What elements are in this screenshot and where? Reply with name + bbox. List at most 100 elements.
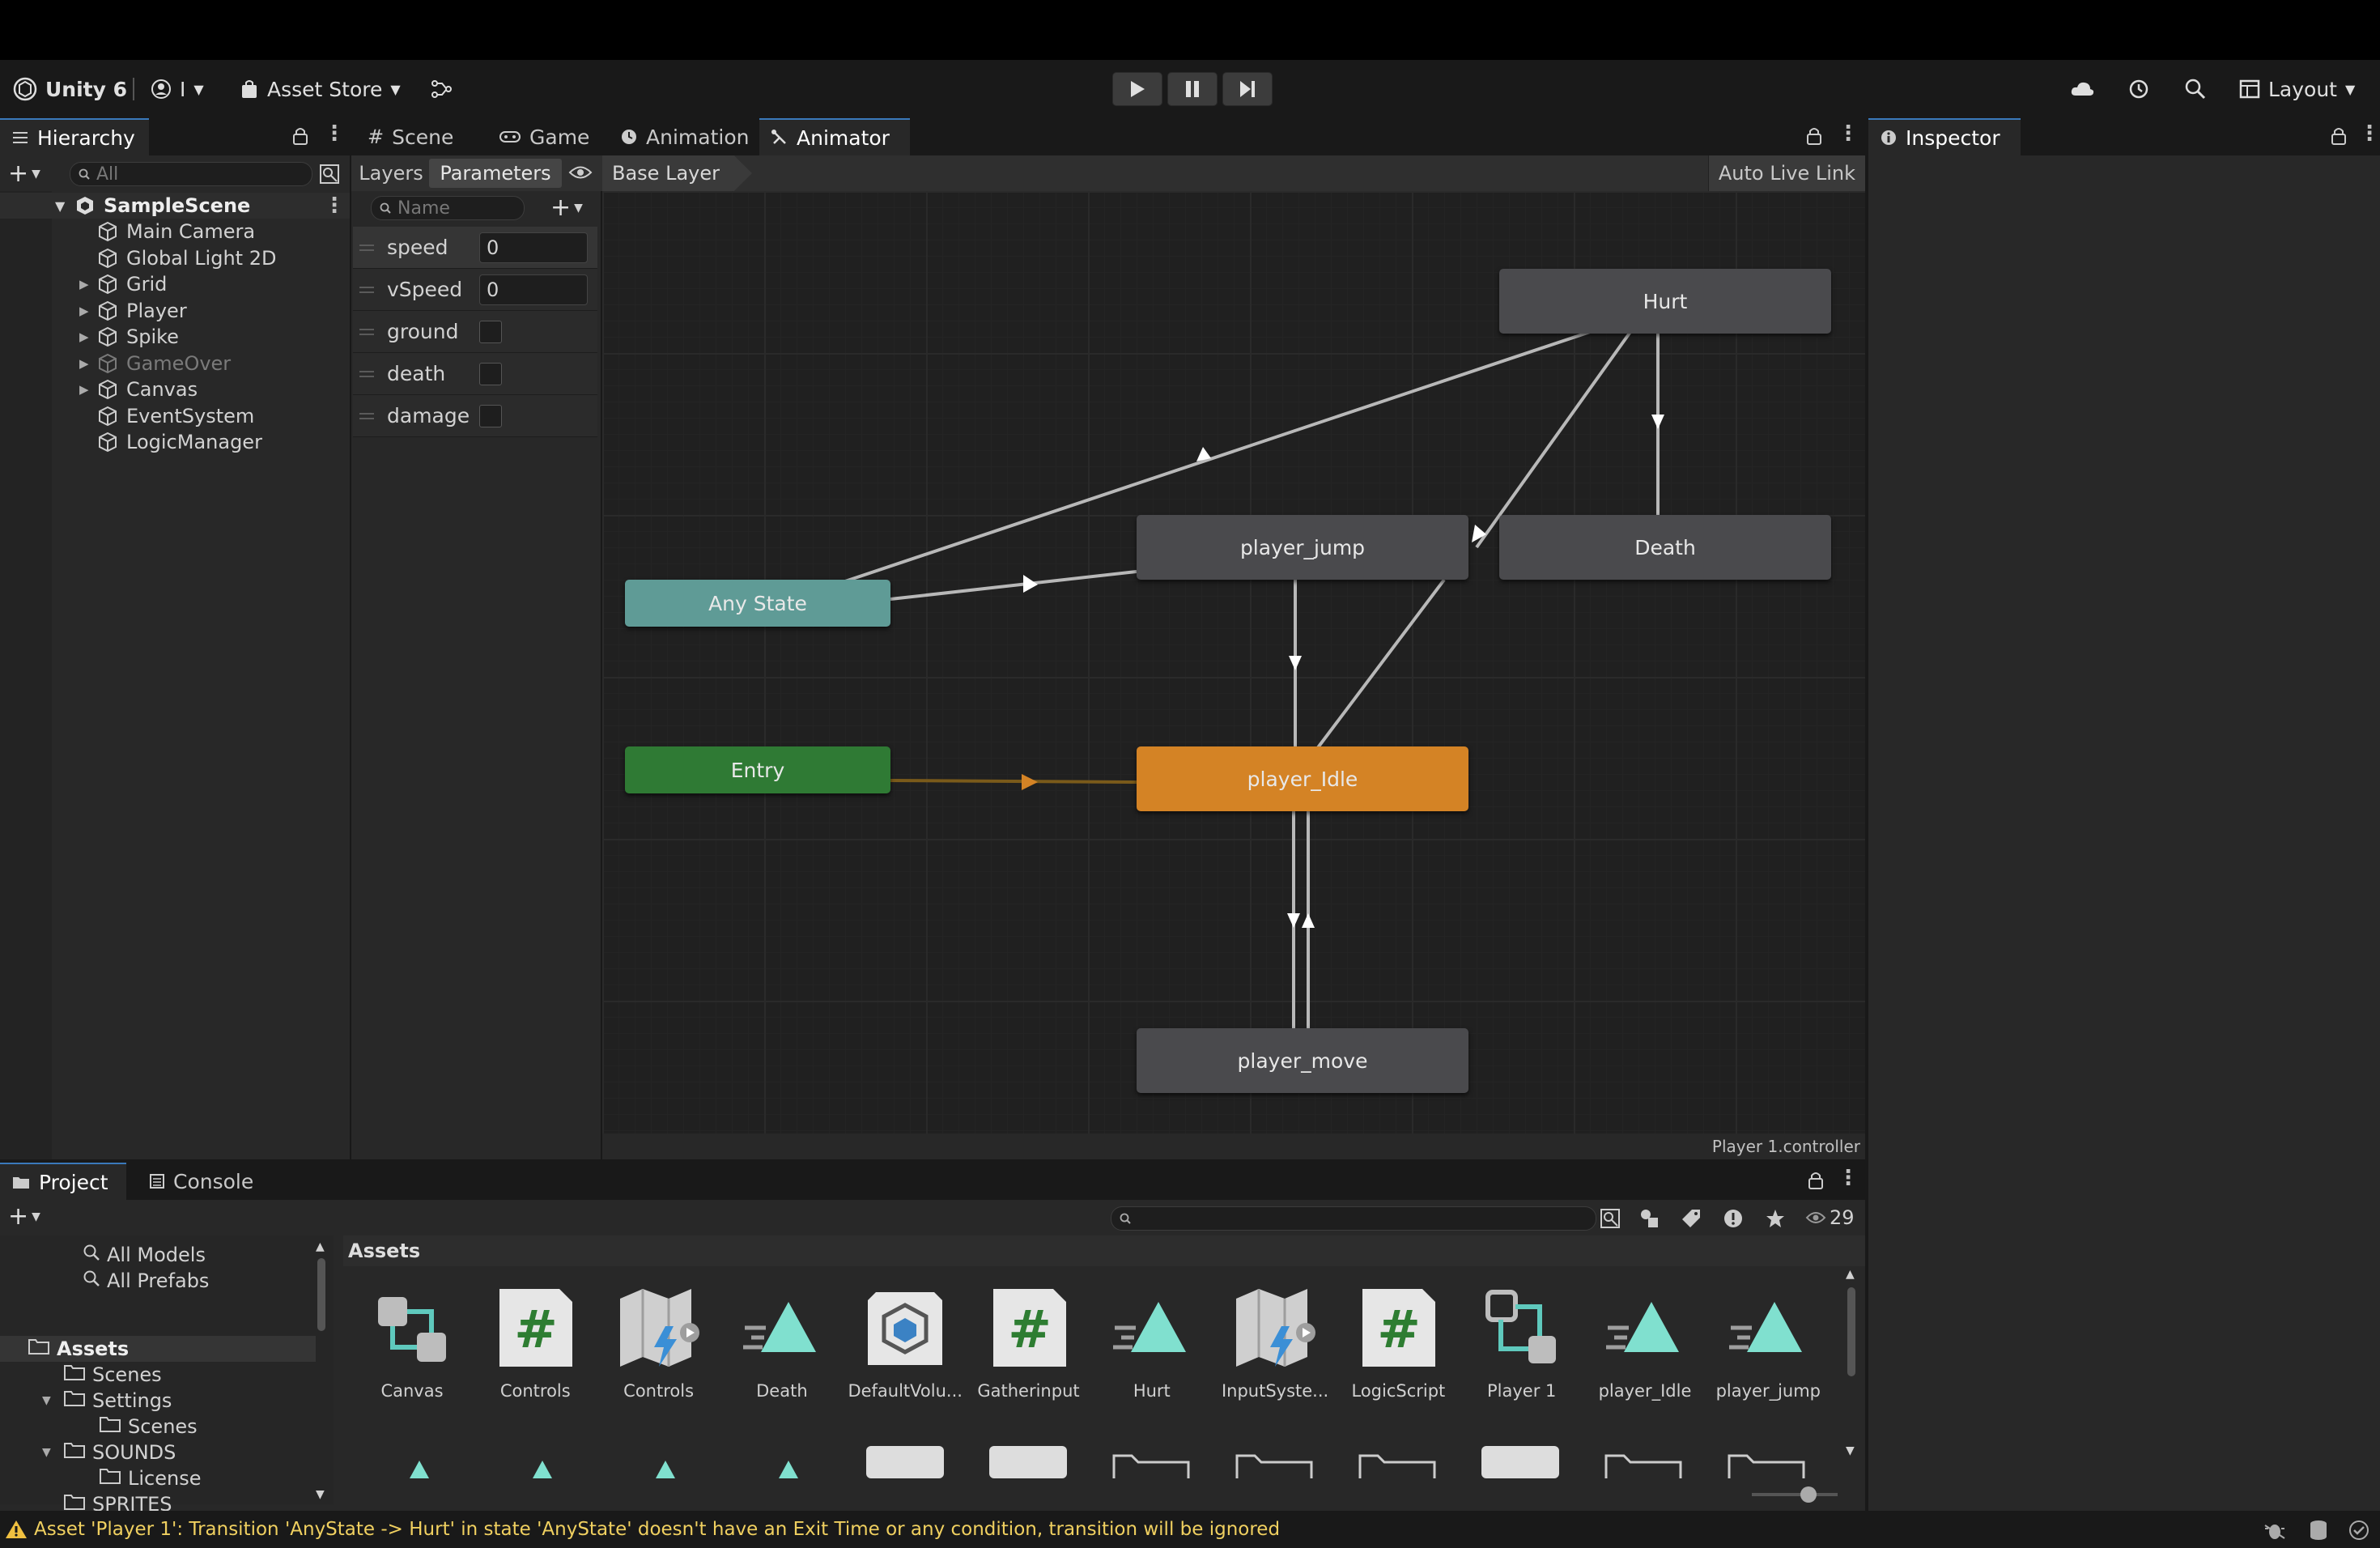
- state-entry[interactable]: Entry: [625, 746, 890, 793]
- icon-size-slider[interactable]: [1752, 1486, 1838, 1503]
- hierarchy-item[interactable]: ▶ Canvas: [0, 376, 350, 402]
- parameter-value-field[interactable]: 0: [479, 232, 588, 263]
- hierarchy-item[interactable]: Global Light 2D: [0, 245, 350, 271]
- label-filter-icon[interactable]: [1681, 1208, 1702, 1234]
- lock-icon[interactable]: [291, 126, 309, 151]
- parameter-checkbox[interactable]: [479, 404, 502, 427]
- lock-icon[interactable]: [2330, 126, 2348, 151]
- scene-row[interactable]: ▼ SampleScene ⋮: [0, 193, 350, 219]
- expand-arrow-icon[interactable]: ▼: [42, 1446, 51, 1459]
- search-by-type-icon[interactable]: [1600, 1208, 1621, 1234]
- drag-handle-icon[interactable]: [359, 412, 374, 419]
- expand-arrow-icon[interactable]: ▶: [79, 382, 89, 397]
- asset-store-dropdown[interactable]: Asset Store ▼: [240, 71, 401, 107]
- animator-graph[interactable]: Hurt player_jump Death Any State Entry p…: [602, 191, 1865, 1133]
- status-message[interactable]: Asset 'Player 1': Transition 'AnyState -…: [34, 1519, 1280, 1540]
- project-tree-item[interactable]: ▼ Settings: [42, 1388, 172, 1414]
- auto-live-link-button[interactable]: Auto Live Link: [1707, 155, 1865, 191]
- parameter-checkbox[interactable]: [479, 320, 502, 343]
- project-menu-icon[interactable]: ⋮: [1838, 1166, 1859, 1190]
- asset-item[interactable]: InputSyste...: [1214, 1287, 1336, 1425]
- tab-animator[interactable]: Animator: [759, 118, 910, 155]
- eye-icon[interactable]: [568, 164, 593, 186]
- project-tree-scrollbar[interactable]: ▲ ▼: [316, 1240, 327, 1501]
- history-button[interactable]: [2127, 71, 2150, 107]
- cache-server-icon[interactable]: [2307, 1519, 2330, 1546]
- filter-by-type-icon[interactable]: [1638, 1208, 1660, 1234]
- parameter-row[interactable]: ground: [353, 311, 597, 353]
- drag-handle-icon[interactable]: [359, 244, 374, 251]
- hierarchy-item[interactable]: Main Camera: [0, 219, 350, 245]
- create-dropdown[interactable]: + ▼: [8, 162, 40, 186]
- scene-visibility-icon[interactable]: [319, 164, 340, 189]
- asset-item[interactable]: Death: [721, 1287, 843, 1425]
- state-any-state[interactable]: Any State: [625, 580, 890, 627]
- project-create-dropdown[interactable]: + ▼: [8, 1205, 40, 1229]
- hierarchy-item[interactable]: ▶ Player: [0, 298, 350, 324]
- project-tree-item[interactable]: ▼ SOUNDS: [42, 1440, 176, 1465]
- hierarchy-item[interactable]: ▶ Spike: [0, 324, 350, 350]
- warning-filter-icon[interactable]: [1723, 1208, 1744, 1234]
- state-player-idle[interactable]: player_Idle: [1137, 746, 1468, 811]
- asset-item[interactable]: Controls: [598, 1287, 720, 1425]
- debug-icon[interactable]: [2263, 1519, 2286, 1546]
- layout-dropdown[interactable]: Layout ▼: [2239, 71, 2355, 107]
- layers-tab[interactable]: Layers: [355, 159, 427, 188]
- add-parameter-button[interactable]: + ▼: [550, 196, 583, 220]
- search-button[interactable]: [2184, 71, 2207, 107]
- parameter-row[interactable]: damage: [353, 395, 597, 437]
- parameters-tab[interactable]: Parameters: [429, 159, 562, 188]
- tab-animation[interactable]: Animation: [609, 118, 760, 155]
- project-tree-item[interactable]: ▼Assets: [0, 1336, 316, 1362]
- asset-item[interactable]: # LogicScript: [1337, 1287, 1459, 1425]
- drag-handle-icon[interactable]: [359, 370, 374, 377]
- project-tree-item[interactable]: All Models: [83, 1242, 206, 1268]
- play-button[interactable]: [1112, 72, 1162, 106]
- lock-icon[interactable]: [1805, 126, 1823, 151]
- asset-item[interactable]: DefaultVolu...: [844, 1287, 966, 1425]
- asset-item[interactable]: # Gatherinput: [968, 1287, 1090, 1425]
- tab-game[interactable]: Game: [487, 118, 601, 155]
- asset-item[interactable]: player_Idle: [1584, 1287, 1706, 1425]
- account-dropdown[interactable]: I ▼: [151, 71, 204, 107]
- unity-menu[interactable]: Unity 6: [13, 71, 127, 107]
- asset-item[interactable]: # Controls: [474, 1287, 596, 1425]
- drag-handle-icon[interactable]: [359, 286, 374, 293]
- parameter-row[interactable]: vSpeed 0: [353, 269, 597, 311]
- check-circle-icon[interactable]: [2348, 1519, 2370, 1546]
- cloud-button[interactable]: [2069, 71, 2095, 107]
- pause-button[interactable]: [1167, 72, 1218, 106]
- state-player-move[interactable]: player_move: [1137, 1028, 1468, 1093]
- step-button[interactable]: [1222, 72, 1273, 106]
- state-hurt[interactable]: Hurt: [1499, 269, 1831, 334]
- state-death[interactable]: Death: [1499, 515, 1831, 580]
- tab-project[interactable]: Project: [0, 1163, 126, 1200]
- asset-item[interactable]: player_jump: [1707, 1287, 1829, 1425]
- hierarchy-item[interactable]: EventSystem: [0, 403, 350, 429]
- expand-arrow-icon[interactable]: ▶: [79, 277, 89, 291]
- tab-hierarchy[interactable]: Hierarchy: [0, 118, 149, 155]
- project-tree-item[interactable]: Scenes: [63, 1362, 162, 1388]
- project-tree-item[interactable]: All Prefabs: [83, 1268, 209, 1294]
- expand-arrow-icon[interactable]: ▶: [79, 304, 89, 318]
- assets-breadcrumb[interactable]: Assets: [343, 1235, 1865, 1266]
- tab-inspector[interactable]: Inspector: [1868, 118, 2021, 155]
- hierarchy-menu-icon[interactable]: ⋮: [324, 121, 345, 146]
- lock-icon[interactable]: [1807, 1171, 1825, 1195]
- expand-arrow-icon[interactable]: ▶: [79, 356, 89, 371]
- assets-scrollbar[interactable]: ▲ ▼: [1846, 1268, 1857, 1506]
- animator-menu-icon[interactable]: ⋮: [1838, 121, 1859, 146]
- parameter-value-field[interactable]: 0: [479, 274, 588, 305]
- star-icon[interactable]: [1765, 1208, 1786, 1234]
- state-player-jump[interactable]: player_jump: [1137, 515, 1468, 580]
- scene-menu-icon[interactable]: ⋮: [324, 194, 345, 218]
- hierarchy-item[interactable]: LogicManager: [0, 429, 350, 455]
- hierarchy-item[interactable]: ▶ GameOver: [0, 351, 350, 376]
- drag-handle-icon[interactable]: [359, 328, 374, 335]
- asset-item[interactable]: Canvas: [351, 1287, 473, 1425]
- expand-arrow-icon[interactable]: ▼: [42, 1394, 51, 1407]
- project-tree-item[interactable]: Scenes: [99, 1414, 198, 1440]
- project-tree-item[interactable]: License: [99, 1465, 201, 1491]
- tab-scene[interactable]: # Scene: [356, 118, 465, 155]
- parameter-row[interactable]: death: [353, 353, 597, 395]
